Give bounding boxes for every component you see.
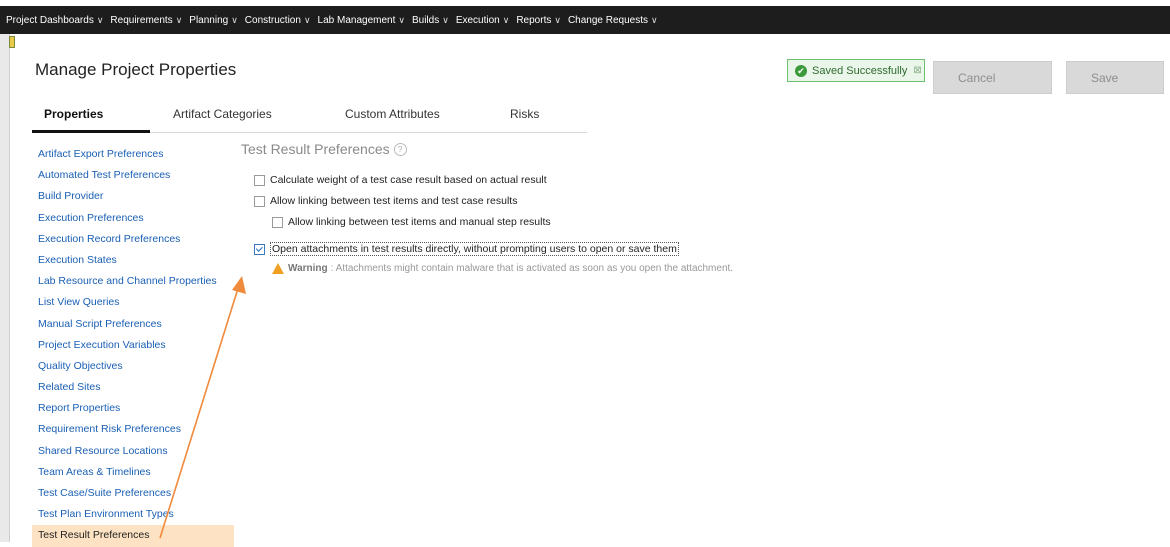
section-title: Test Result Preferences ? [241,141,407,157]
sidebar-item-report-properties[interactable]: Report Properties [32,398,234,419]
nav-requirements[interactable]: Requirements ∨ [110,15,182,26]
option-open-attachments-directly: Open attachments in test results directl… [254,242,679,256]
warning-text: : Attachments might contain malware that… [330,263,734,274]
option-calculate-weight: Calculate weight of a test case result b… [254,174,547,186]
tab-artifact-categories[interactable]: Artifact Categories [173,107,272,121]
cancel-button[interactable]: Cancel [933,61,1052,94]
warning-message: Warning : Attachments might contain malw… [272,263,733,274]
sidebar-item-related-sites[interactable]: Related Sites [32,377,234,398]
sidebar-item-build-provider[interactable]: Build Provider [32,186,234,207]
sidebar-item-execution-preferences[interactable]: Execution Preferences [32,208,234,229]
option-label: Allow linking between test items and man… [288,216,551,228]
chevron-down-icon: ∨ [175,14,183,25]
nav-label: Planning [189,14,229,26]
sidebar-item-shared-resource-locations[interactable]: Shared Resource Locations [32,441,234,462]
option-label: Calculate weight of a test case result b… [270,174,547,186]
checkbox-checked[interactable] [254,243,265,255]
nav-label: Lab Management [317,14,396,26]
tab-risks[interactable]: Risks [510,107,539,121]
checkmark-circle-icon: ✔ [795,64,807,77]
nav-label: Reports [516,14,552,26]
nav-execution[interactable]: Execution ∨ [456,15,510,26]
nav-change-requests[interactable]: Change Requests ∨ [568,15,658,26]
chevron-down-icon: ∨ [502,14,510,25]
sidebar-item-requirement-risk-preferences[interactable]: Requirement Risk Preferences [32,419,234,440]
chevron-down-icon: ∨ [554,14,561,25]
chevron-down-icon: ∨ [398,14,405,25]
saved-status-badge: ✔ Saved Successfully ⊠ [787,59,925,82]
sidebar-item-quality-objectives[interactable]: Quality Objectives [32,356,234,377]
expand-panel-icon[interactable] [9,36,15,48]
nav-label: Requirements [110,14,173,26]
nav-label: Construction [244,14,301,26]
nav-label: Project Dashboards [6,14,94,26]
nav-reports[interactable]: Reports ∨ [516,15,561,26]
sidebar-item-list-view-queries[interactable]: List View Queries [32,292,234,313]
nav-planning[interactable]: Planning ∨ [189,15,238,26]
chevron-down-icon: ∨ [303,14,311,25]
tab-bar: Properties Artifact Categories Custom At… [32,100,587,133]
sidebar-item-manual-script-preferences[interactable]: Manual Script Preferences [32,314,234,335]
option-allow-linking-manual-step-results: Allow linking between test items and man… [272,216,551,228]
nav-lab-management[interactable]: Lab Management ∨ [318,15,405,26]
tab-properties[interactable]: Properties [44,107,103,121]
chevron-down-icon: ∨ [96,14,104,25]
chevron-down-icon: ∨ [231,14,238,25]
active-tab-indicator [32,130,150,133]
left-panel-strip[interactable] [0,34,10,542]
chevron-down-icon: ∨ [651,14,658,25]
save-button[interactable]: Save [1066,61,1164,94]
chevron-down-icon: ∨ [442,14,449,25]
sidebar-item-test-result-preferences[interactable]: Test Result Preferences [32,525,234,547]
nav-label: Execution [455,14,500,26]
sidebar-item-artifact-export-preferences[interactable]: Artifact Export Preferences [32,144,234,165]
page-title: Manage Project Properties [35,60,237,79]
sidebar-item-execution-record-preferences[interactable]: Execution Record Preferences [32,229,234,250]
option-allow-linking-test-case-results: Allow linking between test items and tes… [254,195,517,207]
sidebar-item-lab-resource-channel-properties[interactable]: Lab Resource and Channel Properties [32,271,234,292]
warning-triangle-icon [272,263,284,274]
nav-label: Change Requests [567,14,648,26]
sidebar-item-team-areas-timelines[interactable]: Team Areas & Timelines [32,462,234,483]
close-icon[interactable]: ⊠ [913,65,921,76]
tab-custom-attributes[interactable]: Custom Attributes [345,107,440,121]
nav-project-dashboards[interactable]: Project Dashboards ∨ [6,15,103,26]
sidebar-item-test-plan-environment-types[interactable]: Test Plan Environment Types [32,504,234,525]
sidebar-item-test-case-suite-preferences[interactable]: Test Case/Suite Preferences [32,483,234,504]
warning-prefix: Warning [288,263,328,274]
top-navigation-bar: Project Dashboards ∨ Requirements ∨ Planni… [0,6,1170,34]
option-label: Open attachments in test results directl… [270,242,679,256]
sidebar: Artifact Export Preferences Automated Te… [32,144,234,547]
sidebar-item-automated-test-preferences[interactable]: Automated Test Preferences [32,165,234,186]
checkbox[interactable] [254,174,265,186]
section-title-text: Test Result Preferences [241,141,390,157]
help-icon[interactable]: ? [393,142,407,156]
sidebar-item-execution-states[interactable]: Execution States [32,250,234,271]
nav-construction[interactable]: Construction ∨ [245,15,311,26]
checkbox[interactable] [272,216,283,228]
nav-label: Builds [411,14,440,26]
nav-builds[interactable]: Builds ∨ [412,15,449,26]
checkbox[interactable] [254,195,265,207]
option-label: Allow linking between test items and tes… [270,195,518,207]
status-text: Saved Successfully [812,64,908,77]
sidebar-item-project-execution-variables[interactable]: Project Execution Variables [32,335,234,356]
